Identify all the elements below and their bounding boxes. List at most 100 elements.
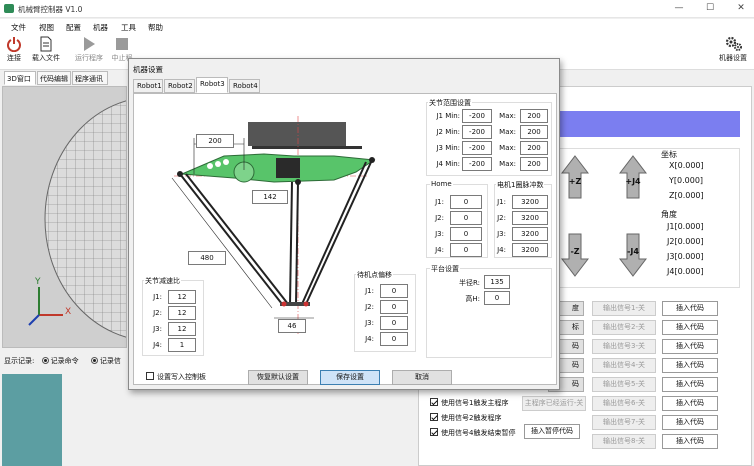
output-signal-1-button[interactable]: 输出信号1-关: [592, 301, 656, 316]
display-record-label: 显示记录:: [4, 357, 35, 365]
home-j3-field[interactable]: 0: [450, 227, 482, 241]
insert-code-button-1[interactable]: 插入代码: [662, 301, 718, 316]
home-j3-label: J3:: [435, 230, 444, 238]
pulse-j3-field[interactable]: 3200: [512, 227, 548, 241]
home-j4-field[interactable]: 0: [450, 243, 482, 257]
jr-j1-min[interactable]: -200: [462, 109, 492, 123]
tab-robot4[interactable]: Robot4: [229, 79, 260, 93]
minimize-button[interactable]: —: [672, 3, 686, 13]
jr-j1-max[interactable]: 200: [520, 109, 548, 123]
maximize-button[interactable]: ☐: [703, 3, 717, 13]
gears-icon: [725, 36, 742, 52]
coord-z: Z[0.000]: [669, 191, 704, 200]
insert-code-button-6[interactable]: 插入代码: [662, 396, 718, 411]
jr-j3-min[interactable]: -200: [462, 141, 492, 155]
use-signal1-main-checkbox[interactable]: 使用信号1触发主程序: [430, 398, 508, 408]
write-controller-checkbox[interactable]: 设置写入控制板: [146, 372, 206, 382]
connect-button[interactable]: 连接: [3, 36, 25, 63]
jog-z-down-button[interactable]: -Z: [560, 233, 590, 277]
play-icon: [81, 36, 97, 52]
pulses-title: 电机1圈脉冲数: [496, 180, 545, 190]
sb-j2-field[interactable]: 0: [380, 300, 408, 314]
jr-j2-max[interactable]: 200: [520, 125, 548, 139]
dim-top-field[interactable]: 200: [196, 134, 234, 148]
insert-code-button-5[interactable]: 插入代码: [662, 377, 718, 392]
menu-view[interactable]: 视图: [39, 22, 54, 33]
menu-tools[interactable]: 工具: [121, 22, 136, 33]
display-record-row: 显示记录: 记录命令 记录信: [4, 356, 121, 366]
use-signal4-end-pause-checkbox[interactable]: 使用信号4触发结束暂停: [430, 428, 515, 438]
pulse-j2-field[interactable]: 3200: [512, 211, 548, 225]
insert-code-button-2[interactable]: 插入代码: [662, 320, 718, 335]
sb-j4-field[interactable]: 0: [380, 332, 408, 346]
tab-program-comm[interactable]: 程序通讯: [72, 71, 108, 85]
insert-code-button-8[interactable]: 插入代码: [662, 434, 718, 449]
menu-help[interactable]: 帮助: [148, 22, 163, 33]
insert-code-button-7[interactable]: 插入代码: [662, 415, 718, 430]
jr-j4-max[interactable]: 200: [520, 157, 548, 171]
red-j3-field[interactable]: 12: [168, 322, 196, 336]
close-button[interactable]: ✕: [734, 3, 748, 13]
output-signal-8-button[interactable]: 输出信号8-关: [592, 434, 656, 449]
output-signal-6-button[interactable]: 输出信号6-关: [592, 396, 656, 411]
jr-j2-min[interactable]: -200: [462, 125, 492, 139]
jr-j2-label: J2 Min:: [436, 128, 460, 136]
3d-viewport[interactable]: X Y: [2, 86, 127, 348]
jog-z-up-button[interactable]: +Z: [560, 155, 590, 199]
coord-y: Y[0.000]: [669, 176, 704, 185]
jog-coords-box: +Z +J4 -Z -J4 坐标 X[0.000] Y[0.000] Z[0.0…: [556, 148, 740, 288]
menu-bar: 文件 视图 配置 机器 工具 帮助: [0, 19, 754, 34]
home-j2-label: J2:: [435, 214, 444, 222]
dim-bottom-field[interactable]: 46: [278, 319, 306, 333]
dim-arm-field[interactable]: 480: [188, 251, 226, 265]
main-program-running-button[interactable]: 主程序已经运行-关: [522, 396, 586, 411]
file-icon: [38, 36, 54, 52]
jr-j3-label: J3 Min:: [436, 144, 460, 152]
restore-defaults-button[interactable]: 恢复默认设置: [248, 370, 308, 385]
load-file-button[interactable]: 载入文件: [30, 36, 62, 63]
home-j4-label: J4:: [435, 246, 444, 254]
jog-j4-down-button[interactable]: -J4: [618, 233, 648, 277]
jr-j4-min[interactable]: -200: [462, 157, 492, 171]
output-signal-7-button[interactable]: 输出信号7-关: [592, 415, 656, 430]
home-j1-field[interactable]: 0: [450, 195, 482, 209]
use-signal2-program-checkbox[interactable]: 使用信号2触发程序: [430, 413, 501, 423]
jog-j4-up-button[interactable]: +J4: [618, 155, 648, 199]
pulse-j4-field[interactable]: 3200: [512, 243, 548, 257]
output-signal-2-button[interactable]: 输出信号2-关: [592, 320, 656, 335]
run-program-label: 运行程序: [75, 54, 103, 62]
insert-code-button-4[interactable]: 插入代码: [662, 358, 718, 373]
red-j2-field[interactable]: 12: [168, 306, 196, 320]
sb-j3-field[interactable]: 0: [380, 316, 408, 330]
jr-j3-max[interactable]: 200: [520, 141, 548, 155]
red-j4-field[interactable]: 1: [168, 338, 196, 352]
machine-settings-button[interactable]: 机器设置: [716, 36, 750, 63]
menu-file[interactable]: 文件: [11, 22, 26, 33]
menu-config[interactable]: 配置: [66, 22, 81, 33]
tab-3d-window[interactable]: 3D窗口: [4, 71, 36, 85]
output-signal-3-button[interactable]: 输出信号3-关: [592, 339, 656, 354]
platform-height-field[interactable]: 0: [484, 291, 510, 305]
dialog-title: 机器设置: [133, 65, 163, 74]
record-commands-radio[interactable]: 记录命令: [41, 357, 79, 365]
tab-code-editor[interactable]: 代码编辑: [37, 71, 71, 85]
tab-robot2[interactable]: Robot2: [164, 79, 195, 93]
tab-robot3[interactable]: Robot3: [196, 77, 228, 93]
pulse-j1-field[interactable]: 3200: [512, 195, 548, 209]
platform-radius-field[interactable]: 135: [484, 275, 510, 289]
insert-pause-code-button[interactable]: 插入暂停代码: [524, 424, 580, 439]
dim-center-field[interactable]: 142: [252, 190, 288, 204]
output-signal-4-button[interactable]: 输出信号4-关: [592, 358, 656, 373]
run-program-button[interactable]: 运行程序: [72, 36, 106, 63]
record-signals-radio[interactable]: 记录信: [90, 357, 121, 365]
sb-j1-field[interactable]: 0: [380, 284, 408, 298]
output-signal-5-button[interactable]: 输出信号5-关: [592, 377, 656, 392]
insert-code-button-3[interactable]: 插入代码: [662, 339, 718, 354]
tab-robot1[interactable]: Robot1: [133, 79, 163, 93]
home-j2-field[interactable]: 0: [450, 211, 482, 225]
red-j1-field[interactable]: 12: [168, 290, 196, 304]
cancel-button[interactable]: 取消: [392, 370, 452, 385]
menu-machine[interactable]: 机器: [93, 22, 108, 33]
home-j1-label: J1:: [435, 198, 444, 206]
save-settings-button[interactable]: 保存设置: [320, 370, 380, 385]
